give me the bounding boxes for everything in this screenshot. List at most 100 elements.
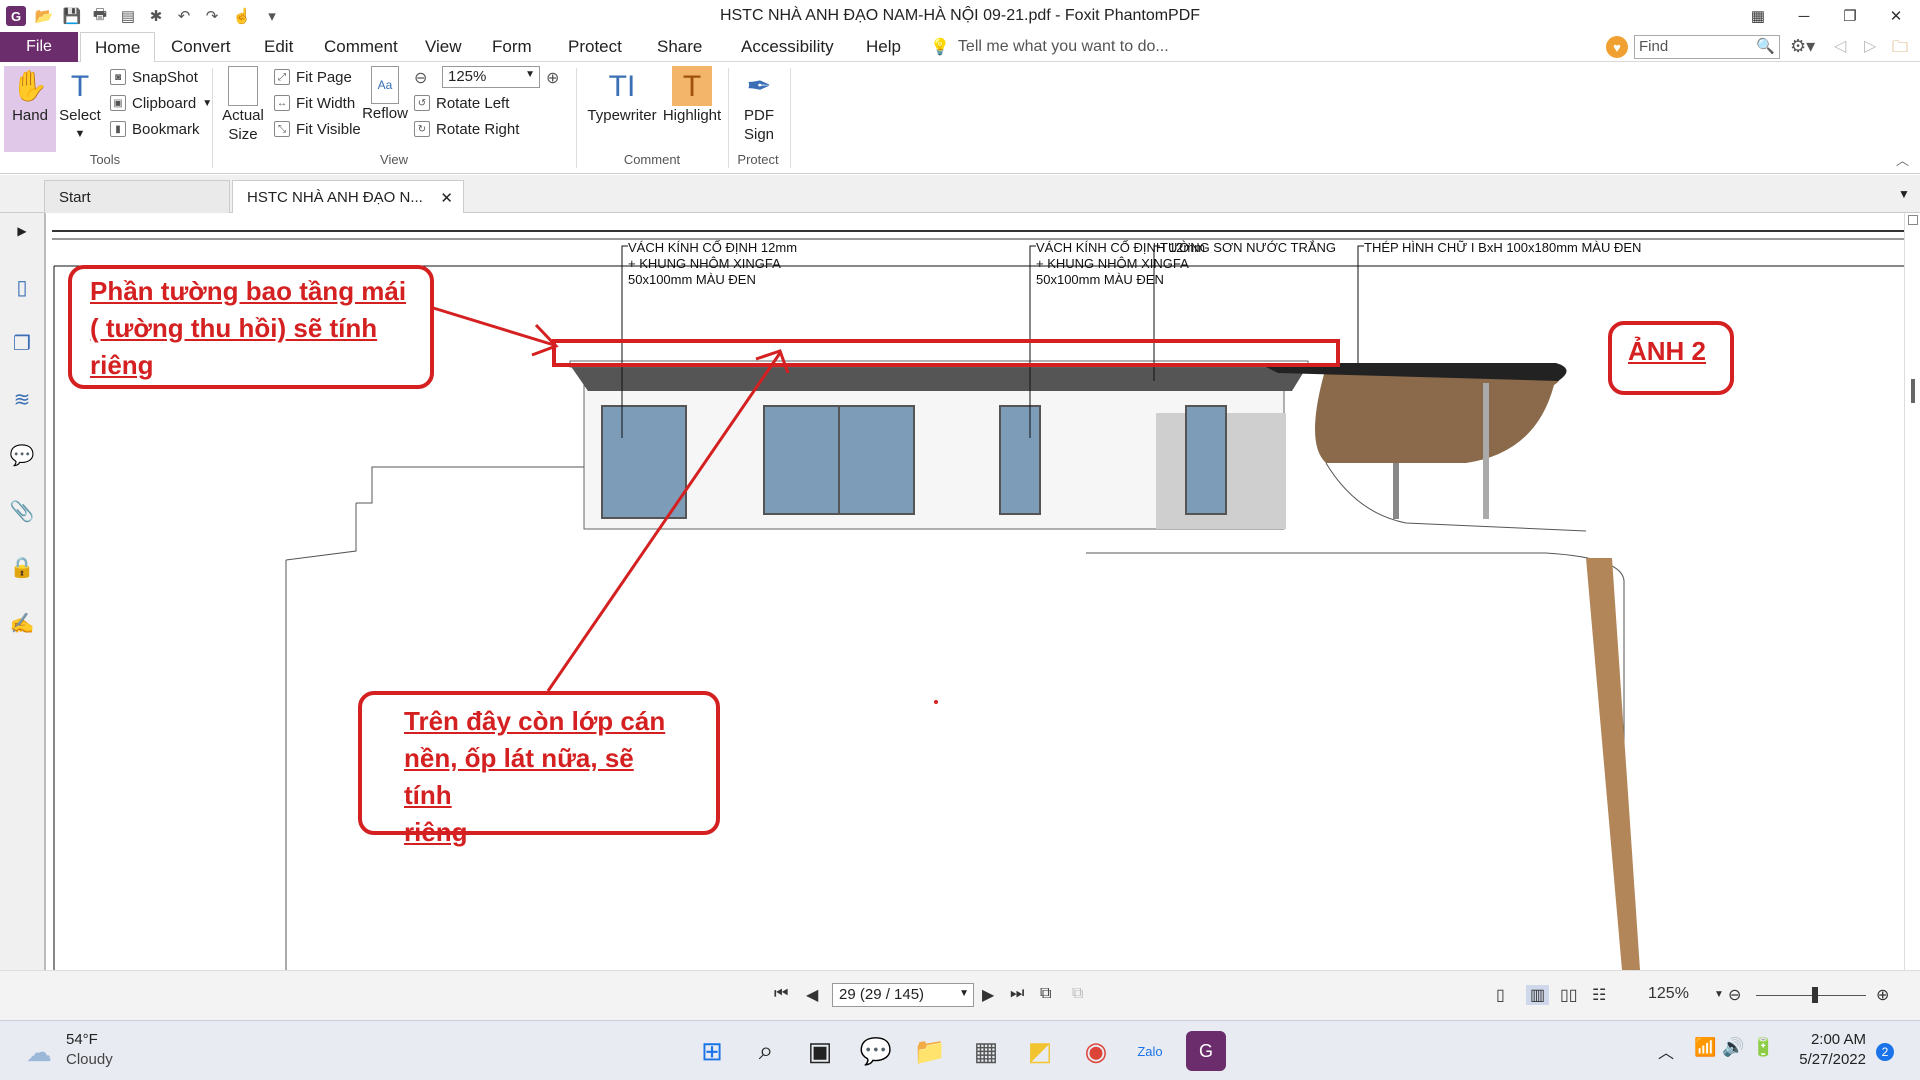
previous-page-icon[interactable]: ◀	[806, 985, 818, 1005]
expand-panel-icon[interactable]: ▶	[8, 217, 36, 245]
collapse-ribbon-icon[interactable]: ︿	[1896, 150, 1909, 169]
page-thumbnails-icon[interactable]: ▯	[8, 273, 36, 301]
actual-size-button[interactable]: Actual Size	[218, 66, 268, 144]
zoom-in-icon[interactable]: ⊕	[546, 68, 559, 88]
volume-icon[interactable]: 🔊	[1722, 1037, 1744, 1058]
select-button[interactable]: T Select ▼	[58, 66, 102, 144]
tab-help[interactable]: Help	[866, 32, 901, 62]
signature-icon[interactable]: ✍	[8, 609, 36, 637]
zoom-dropdown-status-icon[interactable]: ▼	[1714, 989, 1724, 1000]
search-icon[interactable]: 🔍	[1756, 37, 1775, 55]
reflow-button[interactable]: Aa Reflow	[362, 66, 408, 123]
highlight-button[interactable]: T Highlight	[662, 66, 722, 125]
previous-view-icon[interactable]: ◁	[1834, 36, 1846, 56]
file-menu[interactable]: File	[0, 32, 78, 62]
chrome-icon[interactable]: ◉	[1076, 1031, 1116, 1071]
first-page-icon[interactable]: ⏮	[774, 985, 788, 1003]
close-tab-icon[interactable]: ✕	[440, 189, 453, 207]
tab-form[interactable]: Form	[492, 32, 532, 62]
wifi-icon[interactable]: 📶	[1694, 1037, 1716, 1058]
cloud-weather-icon[interactable]: ☁	[26, 1037, 52, 1068]
tab-protect[interactable]: Protect	[568, 32, 622, 62]
tab-accessibility[interactable]: Accessibility	[741, 32, 834, 62]
next-view-icon[interactable]: ▷	[1864, 36, 1876, 56]
find-input[interactable]: Find 🔍	[1634, 35, 1780, 59]
group-divider	[212, 68, 213, 168]
status-zoom-value[interactable]: 125%	[1648, 985, 1689, 1003]
document-view[interactable]: VÁCH KÍNH CỐ ĐỊNH 12mm + KHUNG NHÔM XING…	[46, 213, 1904, 970]
layers-icon[interactable]: ≋	[8, 385, 36, 413]
clipboard-button[interactable]: ▣ Clipboard ▼	[110, 92, 212, 114]
continuous-facing-icon[interactable]: ☷	[1592, 985, 1606, 1005]
pages-icon[interactable]: ❐	[8, 329, 36, 357]
fit-width-button[interactable]: ↔ Fit Width	[274, 92, 355, 114]
pdf-sign-button[interactable]: ✒ PDF Sign	[734, 66, 784, 144]
clock-time[interactable]: 2:00 AM	[1788, 1031, 1866, 1048]
comments-icon[interactable]: 💬	[8, 441, 36, 469]
tab-home[interactable]: Home	[80, 32, 156, 63]
fit-page-button[interactable]: ⤢ Fit Page	[274, 66, 352, 88]
bookmark-button[interactable]: ▮ Bookmark	[110, 118, 200, 140]
weather-desc[interactable]: Cloudy	[66, 1051, 113, 1068]
close-window-icon[interactable]: ✕	[1878, 4, 1914, 28]
fit-visible-button[interactable]: ⤡ Fit Visible	[274, 118, 361, 140]
facing-page-icon[interactable]: ▯▯	[1560, 985, 1578, 1005]
single-page-icon[interactable]: ▯	[1496, 985, 1505, 1005]
tab-view[interactable]: View	[425, 32, 462, 62]
minimize-icon[interactable]: ─	[1786, 4, 1822, 28]
clock-date[interactable]: 5/27/2022	[1788, 1051, 1866, 1068]
show-hidden-icons[interactable]: ︿	[1658, 1039, 1674, 1063]
settings-gear-icon[interactable]: ⚙▾	[1790, 36, 1815, 57]
scroll-thumb[interactable]	[1911, 379, 1915, 403]
zoom-out-icon[interactable]: ⊖	[414, 68, 427, 88]
zoom-out-status-icon[interactable]: ⊖	[1728, 985, 1741, 1005]
tab-start[interactable]: Start	[44, 180, 230, 213]
snapshot-button[interactable]: ◙ SnapShot	[110, 66, 198, 88]
next-page-icon[interactable]: ▶	[982, 985, 994, 1005]
windows-start-icon[interactable]: ⊞	[692, 1031, 732, 1071]
tab-comment[interactable]: Comment	[324, 32, 398, 62]
tab-document[interactable]: HSTC NHÀ ANH ĐẠO N... ✕	[232, 180, 464, 213]
tab-edit[interactable]: Edit	[264, 32, 293, 62]
hand-button[interactable]: ✋ Hand	[4, 66, 56, 152]
next-view-status-icon[interactable]: ⧉	[1072, 985, 1083, 1003]
typewriter-button[interactable]: TI Typewriter	[584, 66, 660, 125]
ribbon-display-icon[interactable]: ▦	[1740, 4, 1776, 28]
previous-view-status-icon[interactable]: ⧉	[1040, 985, 1051, 1003]
chat-icon[interactable]: 💬	[856, 1031, 896, 1071]
select-label: Select	[59, 107, 101, 124]
zoom-select[interactable]: 125% ▼	[442, 66, 540, 88]
sticky-notes-icon[interactable]: ◩	[1020, 1031, 1060, 1071]
tab-share[interactable]: Share	[657, 32, 702, 62]
file-explorer-icon[interactable]: 📁	[910, 1031, 950, 1071]
page-number-input[interactable]: 29 (29 / 145) ▼	[832, 983, 974, 1007]
zoom-slider[interactable]	[1756, 995, 1866, 996]
calculator-icon[interactable]: ▦	[966, 1031, 1006, 1071]
tell-me-search[interactable]: 💡 Tell me what you want to do...	[930, 32, 1169, 62]
tabs-dropdown-icon[interactable]: ▼	[1898, 187, 1910, 201]
tab-convert[interactable]: Convert	[171, 32, 231, 62]
task-view-icon[interactable]: ▣	[800, 1031, 840, 1071]
bookmark-icon: ▮	[110, 121, 126, 137]
restore-icon[interactable]: ❐	[1832, 4, 1868, 28]
zoom-slider-thumb[interactable]	[1812, 987, 1818, 1003]
foxit-taskbar-icon[interactable]: G	[1186, 1031, 1226, 1071]
search-taskbar-icon[interactable]: ⌕	[746, 1031, 786, 1071]
battery-icon[interactable]: 🔋	[1752, 1037, 1774, 1058]
attachments-icon[interactable]: 📎	[8, 497, 36, 525]
rotate-left-button[interactable]: ↺ Rotate Left	[414, 92, 509, 114]
security-lock-icon[interactable]: 🔒	[8, 553, 36, 581]
rotate-right-button[interactable]: ↻ Rotate Right	[414, 118, 519, 140]
vertical-scrollbar[interactable]	[1904, 213, 1920, 970]
heart-icon[interactable]: ♥	[1606, 36, 1628, 58]
zalo-icon[interactable]: Zalo	[1130, 1031, 1170, 1071]
find-folder-icon[interactable]: 🗀	[1892, 36, 1908, 63]
last-page-icon[interactable]: ⏭	[1010, 985, 1024, 1003]
zoom-in-status-icon[interactable]: ⊕	[1876, 985, 1889, 1005]
weather-temp[interactable]: 54°F	[66, 1031, 98, 1048]
page-dropdown-icon: ▼	[959, 988, 969, 999]
continuous-page-icon[interactable]: ▥	[1526, 985, 1550, 1005]
notification-badge[interactable]: 2	[1876, 1043, 1894, 1061]
scroll-up-icon[interactable]	[1908, 215, 1918, 225]
roof-wall-note: Phần tường bao tầng mái ( tường thu hồi)…	[68, 265, 434, 389]
